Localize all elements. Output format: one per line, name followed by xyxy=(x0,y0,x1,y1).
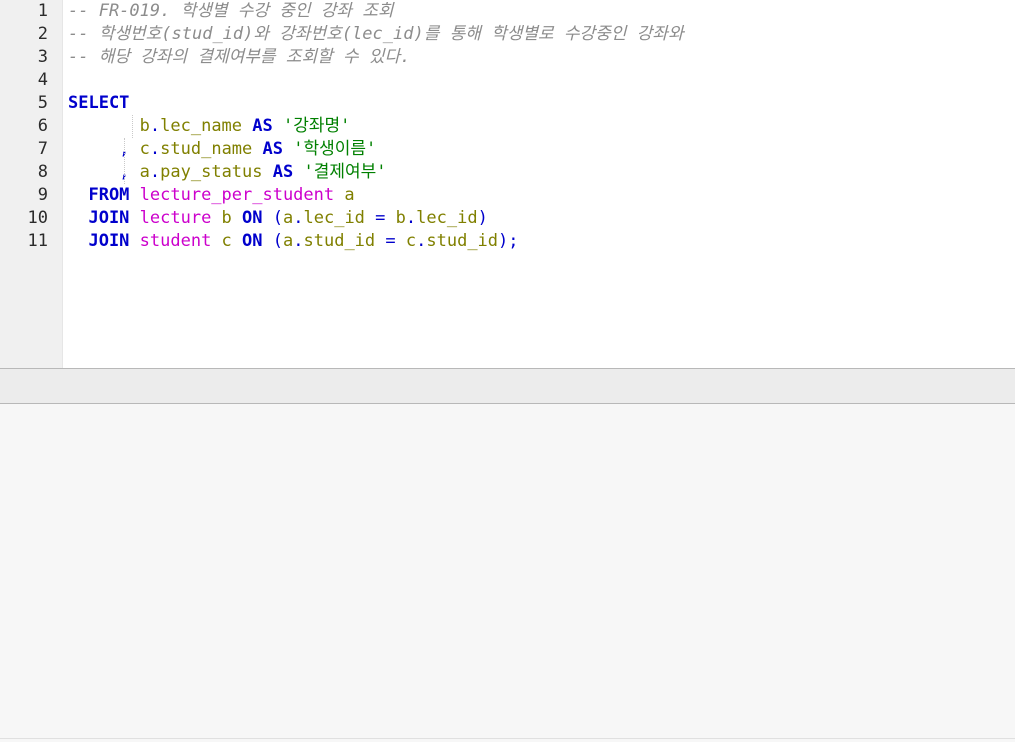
line-number: 8 xyxy=(37,162,48,182)
code-token: JOIN xyxy=(68,208,140,228)
line-number: 11 xyxy=(27,231,48,251)
code-token: ); xyxy=(498,231,519,251)
code-line[interactable]: -- FR-019. 학생별 수강 중인 강좌 조회 xyxy=(68,0,394,23)
code-token: lec_id xyxy=(416,208,478,228)
code-token: '학생이름' xyxy=(283,139,377,159)
code-token: b xyxy=(68,116,150,136)
result-pane xyxy=(0,404,1015,739)
code-token: . xyxy=(149,116,161,136)
code-token: SELECT xyxy=(68,93,130,113)
code-token: ( xyxy=(262,231,283,251)
code-area[interactable]: -- FR-019. 학생별 수강 중인 강좌 조회 -- 학생번호(stud_i… xyxy=(68,0,1015,368)
code-token: = xyxy=(385,231,406,251)
line-number: 4 xyxy=(37,70,48,90)
code-token: -- 해당 강좌의 결제여부를 조회할 수 있다. xyxy=(68,47,411,67)
line-number: 2 xyxy=(37,24,48,44)
code-token: b xyxy=(221,208,243,228)
code-line[interactable]: -- 해당 강좌의 결제여부를 조회할 수 있다. xyxy=(68,46,410,69)
code-token: JOIN xyxy=(68,231,140,251)
code-token: stud_id xyxy=(426,231,499,251)
code-token: pay_status xyxy=(160,162,273,182)
code-line[interactable]: , c.stud_name AS '학생이름' xyxy=(68,138,376,161)
line-number: 1 xyxy=(37,1,48,21)
line-number: 10 xyxy=(27,208,48,228)
code-token: lec_name xyxy=(160,116,253,136)
code-token: stud_id xyxy=(303,231,386,251)
code-token: lecture_per_student xyxy=(139,185,345,205)
code-token: . xyxy=(149,139,161,159)
code-token: . xyxy=(405,208,417,228)
line-number: 7 xyxy=(37,139,48,159)
code-token: . xyxy=(416,231,427,251)
code-token: AS xyxy=(252,116,273,136)
code-token: c xyxy=(139,139,150,159)
code-token: student xyxy=(139,231,222,251)
code-line[interactable]: b.lec_name AS '강좌명' xyxy=(68,115,351,138)
pane-splitter[interactable] xyxy=(0,368,1015,404)
code-line[interactable]: FROM lecture_per_student a xyxy=(68,184,355,207)
code-token: ( xyxy=(262,208,283,228)
code-token: a xyxy=(283,231,294,251)
code-token: . xyxy=(293,208,304,228)
line-number: 6 xyxy=(37,116,48,136)
code-line[interactable]: -- 학생번호(stud_id)와 강좌번호(lec_id)를 통해 학생별로 … xyxy=(68,23,684,46)
indent-guide xyxy=(124,138,125,184)
code-token: b xyxy=(395,208,406,228)
code-token: FROM xyxy=(68,185,140,205)
code-token: . xyxy=(149,162,161,182)
code-token: c xyxy=(221,231,243,251)
code-token: ON xyxy=(242,208,263,228)
code-token: '강좌명' xyxy=(272,116,351,136)
code-token: = xyxy=(375,208,396,228)
code-token: ) xyxy=(477,208,488,228)
code-token: AS xyxy=(262,139,283,159)
indent-guide xyxy=(132,115,133,138)
code-token: -- 학생번호(stud_id)와 강좌번호(lec_id)를 통해 학생별로 … xyxy=(68,24,684,44)
line-number-gutter: 1 2 3 4 5 6 7 8 9 10 11 xyxy=(0,0,63,368)
code-token: lecture xyxy=(139,208,222,228)
code-line[interactable]: SELECT xyxy=(68,92,129,115)
line-number: 5 xyxy=(37,93,48,113)
code-token: ON xyxy=(242,231,263,251)
code-line[interactable]: JOIN lecture b ON (a.lec_id = b.lec_id) xyxy=(68,207,488,230)
sql-editor[interactable]: 1 2 3 4 5 6 7 8 9 10 11 -- FR-019. 학생별 수강 중인 강좌 조회… xyxy=(0,0,1015,368)
code-token: stud_name xyxy=(160,139,263,159)
code-token: a xyxy=(283,208,294,228)
code-token: c xyxy=(405,231,417,251)
code-token: a xyxy=(139,162,150,182)
code-line[interactable]: , a.pay_status AS '결제여부' xyxy=(68,161,387,184)
code-token: AS xyxy=(272,162,294,182)
code-token: -- FR-019. 학생별 수강 중인 강좌 조회 xyxy=(68,1,394,21)
code-token: lec_id xyxy=(303,208,376,228)
code-token: . xyxy=(293,231,304,251)
code-line[interactable]: JOIN student c ON (a.stud_id = c.stud_id… xyxy=(68,230,519,253)
line-number: 3 xyxy=(37,47,48,67)
code-token: a xyxy=(344,185,355,205)
code-token: '결제여부' xyxy=(293,162,387,182)
line-number: 9 xyxy=(37,185,48,205)
code-token: , xyxy=(68,162,140,182)
code-token: , xyxy=(68,139,140,159)
